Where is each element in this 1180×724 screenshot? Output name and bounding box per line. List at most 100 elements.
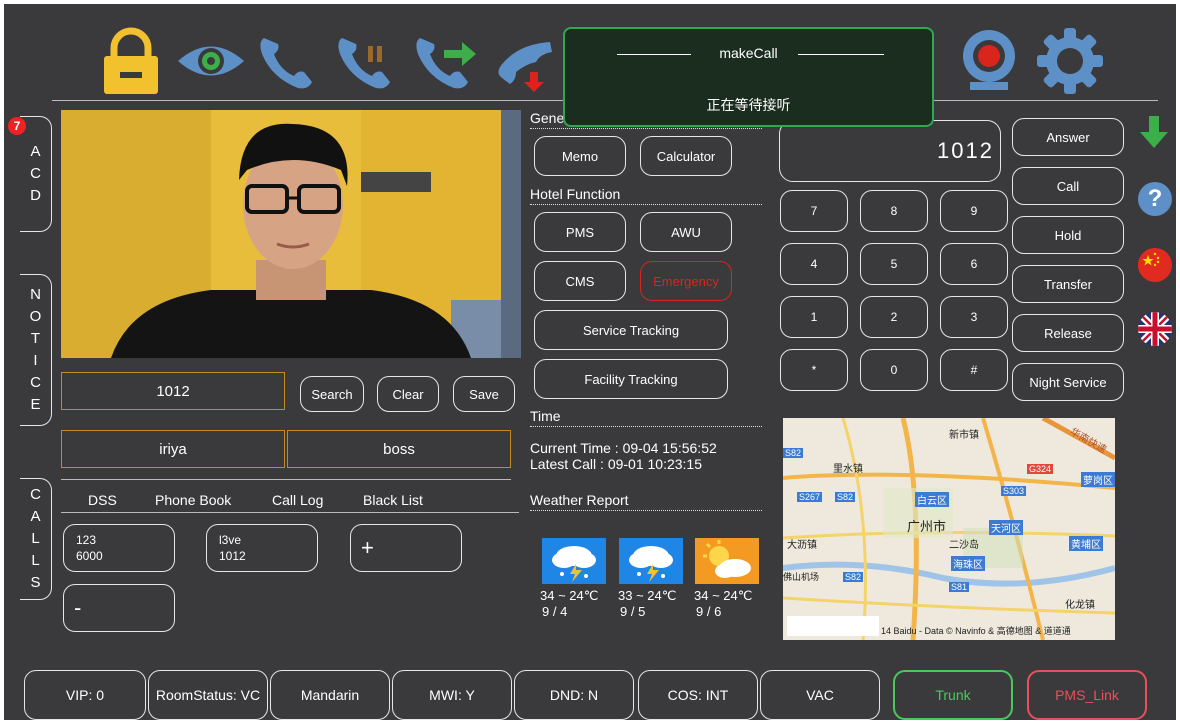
key-5[interactable]: 5: [860, 243, 928, 285]
key-0[interactable]: 0: [860, 349, 928, 391]
memo-button[interactable]: Memo: [534, 136, 626, 176]
weather-date: 9 / 5: [620, 604, 646, 619]
dialog-title: makeCall: [719, 45, 778, 61]
dss-card[interactable]: 123 6000: [63, 524, 175, 572]
key-6[interactable]: 6: [940, 243, 1008, 285]
key-7[interactable]: 7: [780, 190, 848, 232]
tab-black-list[interactable]: Black List: [363, 492, 423, 508]
tab-dss[interactable]: DSS: [88, 492, 117, 508]
map-logo-area: [787, 616, 879, 636]
emergency-button[interactable]: Emergency: [640, 261, 732, 301]
pms-link-status[interactable]: PMS_Link: [1027, 670, 1147, 720]
key-8[interactable]: 8: [860, 190, 928, 232]
pms-button[interactable]: PMS: [534, 212, 626, 252]
weather-temp: 34 ~ 24℃: [540, 588, 599, 603]
dialog-title-rule: [798, 54, 884, 55]
dss-card[interactable]: l3ve 1012: [206, 524, 318, 572]
road-label: S82: [835, 492, 856, 502]
number-input[interactable]: 1012: [61, 372, 285, 410]
tab-call-log[interactable]: Call Log: [272, 492, 323, 508]
phone-icon[interactable]: [256, 32, 320, 92]
acd-badge: 7: [8, 117, 26, 135]
service-tracking-button[interactable]: Service Tracking: [534, 310, 728, 350]
save-button[interactable]: Save: [453, 376, 515, 412]
road-label: G324: [1027, 464, 1054, 474]
map-place-label: 广州市: [907, 519, 947, 534]
time-heading: Time: [530, 408, 762, 427]
thunderstorm-icon: [542, 538, 606, 584]
road-label: S303: [1001, 486, 1027, 496]
settings-icon[interactable]: [1034, 26, 1106, 96]
key-2[interactable]: 2: [860, 296, 928, 338]
uk-flag-icon[interactable]: [1138, 312, 1172, 346]
call-button[interactable]: Call: [1012, 167, 1124, 205]
clear-button[interactable]: Clear: [377, 376, 439, 412]
help-icon[interactable]: ?: [1138, 182, 1172, 216]
dss-card-line1: 123: [76, 533, 97, 547]
eye-icon[interactable]: [176, 38, 246, 84]
map-place-label: 萝岗区: [1081, 472, 1115, 487]
map-place-label: 海珠区: [951, 556, 985, 571]
map-place-label: 佛山机场: [783, 572, 820, 582]
key-hash[interactable]: #: [940, 349, 1008, 391]
download-icon[interactable]: [1138, 114, 1170, 150]
dial-display[interactable]: 1012: [779, 120, 1001, 182]
road-label: S82: [843, 572, 864, 582]
key-4[interactable]: 4: [780, 243, 848, 285]
user-name-field: iriya: [61, 430, 285, 468]
acd-tab[interactable]: ACD: [20, 116, 52, 232]
release-button[interactable]: Release: [1012, 314, 1124, 352]
trunk-status[interactable]: Trunk: [893, 670, 1013, 720]
vip-status[interactable]: VIP: 0: [24, 670, 146, 720]
map-place-label: 新市镇: [949, 430, 979, 441]
dialog-message: 正在等待接听: [706, 97, 791, 113]
tab-phone-book[interactable]: Phone Book: [155, 492, 231, 508]
weather-temp: 34 ~ 24℃: [694, 588, 753, 603]
record-icon[interactable]: [956, 28, 1022, 92]
vac-status[interactable]: VAC: [760, 670, 880, 720]
thunderstorm-icon: [619, 538, 683, 584]
map-view[interactable]: S82 S267 S82 G324 S303 S82 S81 新市镇 里水镇 白…: [783, 418, 1115, 640]
phone-hold-icon[interactable]: [334, 32, 398, 92]
map-place-label: 二沙岛: [949, 540, 979, 551]
make-call-dialog: makeCall 正在等待接听: [563, 27, 934, 127]
facility-tracking-button[interactable]: Facility Tracking: [534, 359, 728, 399]
mwi-status[interactable]: MWI: Y: [392, 670, 512, 720]
partly-cloudy-icon: [695, 538, 759, 584]
key-star[interactable]: *: [780, 349, 848, 391]
transfer-button[interactable]: Transfer: [1012, 265, 1124, 303]
phone-hangup-icon[interactable]: [490, 32, 566, 94]
user-role-field: boss: [287, 430, 511, 468]
key-9[interactable]: 9: [940, 190, 1008, 232]
road-label: S82: [783, 448, 804, 458]
map-place-label: 化龙镇: [1065, 600, 1095, 611]
app-window: ACD 7 NOTICE CALLS 1012 Search Clear Sav…: [4, 4, 1176, 720]
map-place-label: 里水镇: [833, 464, 863, 475]
map-place-label: 白云区: [915, 492, 949, 507]
key-1[interactable]: 1: [780, 296, 848, 338]
awu-button[interactable]: AWU: [640, 212, 732, 252]
chinese-flag-icon[interactable]: [1138, 248, 1172, 282]
add-dss-button[interactable]: +: [350, 524, 462, 572]
search-button[interactable]: Search: [300, 376, 364, 412]
lock-icon[interactable]: [100, 26, 162, 96]
dnd-status[interactable]: DND: N: [514, 670, 634, 720]
hold-button[interactable]: Hold: [1012, 216, 1124, 254]
weather-temp: 33 ~ 24℃: [618, 588, 677, 603]
phone-transfer-icon[interactable]: [412, 32, 480, 92]
language-status[interactable]: Mandarin: [270, 670, 390, 720]
key-3[interactable]: 3: [940, 296, 1008, 338]
map-copyright: 14 Baidu - Data © Navinfo & 高德地图 & 道道通: [881, 626, 1071, 636]
room-status[interactable]: RoomStatus: VC: [148, 670, 268, 720]
calls-tab[interactable]: CALLS: [20, 478, 52, 600]
answer-button[interactable]: Answer: [1012, 118, 1124, 156]
road-label: S267: [797, 492, 823, 502]
night-service-button[interactable]: Night Service: [1012, 363, 1124, 401]
remove-dss-button[interactable]: -: [63, 584, 175, 632]
cos-status[interactable]: COS: INT: [638, 670, 758, 720]
notice-tab[interactable]: NOTICE: [20, 274, 52, 426]
cms-button[interactable]: CMS: [534, 261, 626, 301]
calculator-button[interactable]: Calculator: [640, 136, 732, 176]
video-feed: [61, 110, 521, 358]
dss-card-line2: 6000: [76, 549, 103, 563]
